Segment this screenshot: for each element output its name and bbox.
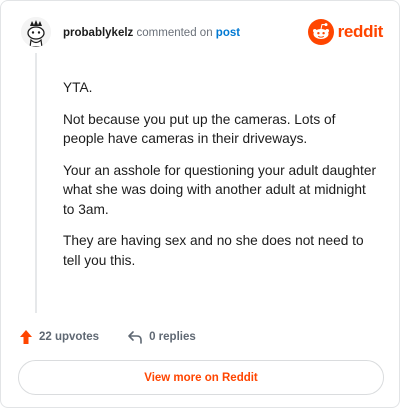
comment-paragraph: They are having sex and no she does not … [63, 233, 364, 268]
thread-line [35, 53, 37, 313]
view-more-button[interactable]: View more on Reddit [18, 360, 384, 395]
action-text: commented on [136, 27, 213, 39]
username-link[interactable]: probablykelz [63, 27, 133, 39]
upvote-arrow-icon [20, 330, 32, 344]
brand-wordmark: reddit [337, 22, 384, 41]
upvote-count: 22 upvotes [39, 331, 100, 343]
comment-meta: probablykelz commented on post [63, 26, 240, 40]
comment-header: probablykelz commented on post reddit [21, 15, 383, 55]
comment-footer: 22 upvotes 0 replies [19, 327, 196, 347]
snoo-avatar-icon [21, 17, 51, 47]
reply-stat[interactable]: 0 replies [127, 330, 196, 344]
comment-paragraph: Not because you put up the cameras. Lots… [63, 111, 336, 147]
reply-arrow-icon [128, 331, 142, 344]
reddit-comment-embed: probablykelz commented on post reddit YT… [0, 0, 400, 408]
reply-count: 0 replies [149, 331, 196, 343]
user-avatar[interactable] [21, 17, 51, 47]
reddit-brand-link[interactable]: reddit [307, 19, 384, 45]
comment-paragraph: YTA. [63, 80, 93, 95]
comment-body: YTA. Not because you put up the cameras.… [63, 78, 379, 282]
reddit-snoo-icon [307, 19, 334, 45]
upvote-stat[interactable]: 22 upvotes [19, 329, 99, 345]
post-link[interactable]: post [216, 27, 240, 39]
comment-paragraph: Your an asshole for questioning your adu… [63, 162, 377, 217]
